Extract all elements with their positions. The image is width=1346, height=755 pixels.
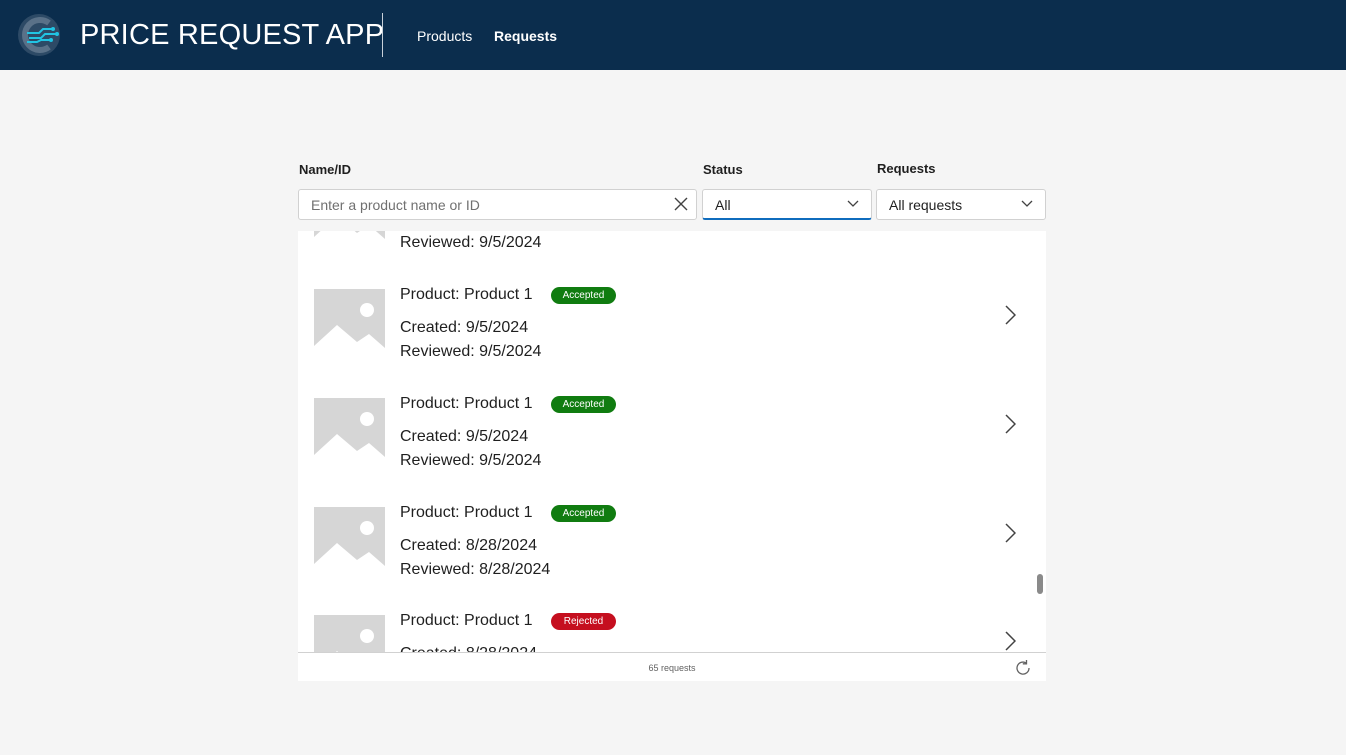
app-title: PRICE REQUEST APP xyxy=(80,19,385,51)
list-footer: 65 requests xyxy=(298,652,1046,681)
requests-dropdown-value: All requests xyxy=(889,197,963,213)
app-logo-icon xyxy=(18,14,60,56)
status-dropdown-value: All xyxy=(715,197,731,213)
status-badge: Accepted xyxy=(551,396,616,413)
chevron-down-icon xyxy=(847,200,859,207)
request-count: 65 requests xyxy=(648,663,696,673)
search-field xyxy=(298,189,697,220)
request-list-item[interactable]: Product: Product 1 Accepted Created: 9/5… xyxy=(298,392,1046,501)
list-scrollbar[interactable] xyxy=(1037,574,1043,594)
image-placeholder-icon xyxy=(314,231,385,251)
created-date: Created: 8/28/2024 xyxy=(400,537,537,554)
request-list-item[interactable]: Product: Product 1 Accepted Created: 9/5… xyxy=(298,283,1046,392)
reviewed-date: Reviewed: 9/5/2024 xyxy=(400,343,542,360)
requests-dropdown[interactable]: All requests xyxy=(876,189,1046,220)
image-placeholder-icon xyxy=(314,507,385,578)
refresh-icon[interactable] xyxy=(1014,659,1032,677)
product-name: Product: Product 1 xyxy=(400,504,533,521)
chevron-right-icon[interactable] xyxy=(1004,305,1016,325)
chevron-right-icon[interactable] xyxy=(1004,414,1016,434)
name-id-label: Name/ID xyxy=(299,162,352,177)
image-placeholder-icon xyxy=(314,289,385,360)
chevron-right-icon[interactable] xyxy=(1004,631,1016,651)
reviewed-date: Reviewed: 9/5/2024 xyxy=(400,452,542,469)
clear-icon[interactable] xyxy=(674,197,688,211)
status-label: Status xyxy=(703,162,743,177)
created-date: Created: 9/5/2024 xyxy=(400,319,529,336)
reviewed-date: Reviewed: 8/28/2024 xyxy=(400,561,551,578)
status-dropdown[interactable]: All xyxy=(702,189,872,220)
created-date: Created: 9/5/2024 xyxy=(400,428,529,445)
product-name: Product: Product 1 xyxy=(400,612,533,629)
created-date: Created: 8/28/2024 xyxy=(400,644,537,652)
request-list-item[interactable]: Reviewed: 9/5/2024 xyxy=(298,231,1046,283)
product-name: Product: Product 1 xyxy=(400,395,533,412)
status-badge: Rejected xyxy=(551,613,616,630)
status-badge: Accepted xyxy=(551,287,616,304)
chevron-down-icon xyxy=(1021,200,1033,207)
nav-requests-link[interactable]: Requests xyxy=(494,27,557,45)
image-placeholder-icon xyxy=(314,398,385,469)
app-header: PRICE REQUEST APP Products Requests xyxy=(0,0,1346,70)
request-list-item[interactable]: Product: Product 1 Accepted Created: 8/2… xyxy=(298,501,1046,610)
request-list[interactable]: Reviewed: 9/5/2024 Product: Product 1 Ac… xyxy=(298,231,1046,652)
header-divider xyxy=(382,13,383,57)
request-list-item[interactable]: Product: Product 1 Rejected Created: 8/2… xyxy=(298,609,1046,652)
product-name: Product: Product 1 xyxy=(400,286,533,303)
search-input[interactable] xyxy=(311,190,661,219)
image-placeholder-icon xyxy=(314,615,385,652)
reviewed-date: Reviewed: 9/5/2024 xyxy=(400,234,542,251)
status-badge: Accepted xyxy=(551,505,616,522)
requests-label: Requests xyxy=(877,161,936,176)
chevron-right-icon[interactable] xyxy=(1004,523,1016,543)
nav-products-link[interactable]: Products xyxy=(417,27,472,45)
